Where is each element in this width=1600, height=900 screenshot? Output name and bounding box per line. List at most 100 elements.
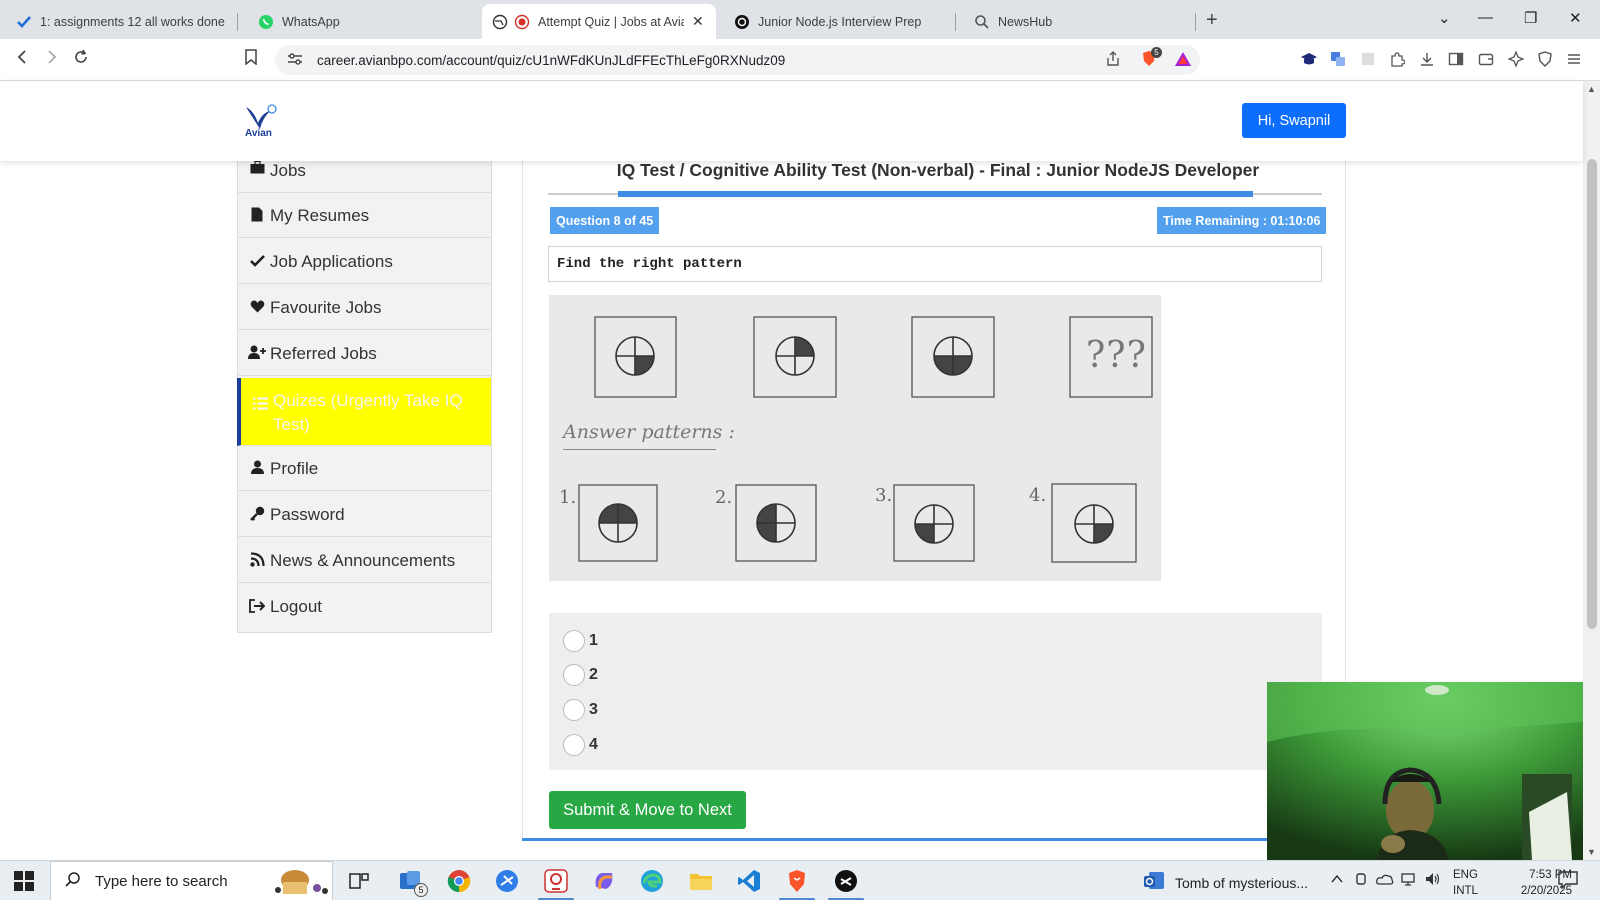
close-icon[interactable]: ✕ xyxy=(692,13,704,30)
download-icon[interactable] xyxy=(1419,51,1435,67)
question-pattern-image: ??? Answer patterns : 1. 2. 3. 4. xyxy=(549,295,1161,581)
taskbar-search-box[interactable]: Type here to search xyxy=(50,861,333,900)
browser-tab-bar: 1: assignments 12 all works done in What… xyxy=(0,0,1600,39)
sidebar-item-logout[interactable]: Logout xyxy=(238,585,491,629)
radio-button[interactable] xyxy=(563,734,585,756)
news-widget-text: Tomb of mysterious... xyxy=(1175,874,1309,891)
sidebar-item-referred-jobs[interactable]: Referred Jobs xyxy=(238,332,491,376)
tab-label: WhatsApp xyxy=(282,14,340,29)
app-dark-icon[interactable] xyxy=(834,869,858,893)
option-3[interactable]: 3 xyxy=(563,699,598,721)
tab-attempt-quiz[interactable]: Attempt Quiz | Jobs at Avian ✕ xyxy=(482,4,716,39)
network-icon[interactable] xyxy=(1401,872,1417,889)
pattern-option-number: 3. xyxy=(875,485,893,506)
bookmark-icon[interactable] xyxy=(244,49,258,70)
sidebar-item-label: My Resumes xyxy=(270,205,370,225)
copilot-icon[interactable] xyxy=(592,869,616,893)
search-placeholder: Type here to search xyxy=(95,872,228,890)
sidebar-item-label: Referred Jobs xyxy=(270,343,377,363)
search-highlight-icon xyxy=(273,868,331,900)
scrollbar-thumb[interactable] xyxy=(1587,159,1597,629)
scroll-down-icon[interactable]: ▼ xyxy=(1587,847,1596,857)
volume-icon[interactable] xyxy=(1425,872,1441,889)
taskbar-news-widget[interactable]: Tomb of mysterious... xyxy=(1143,871,1308,894)
sidebar-item-profile[interactable]: Profile xyxy=(238,447,491,491)
user-greeting-button[interactable]: Hi, Swapnil xyxy=(1242,103,1346,138)
edge-icon[interactable] xyxy=(640,869,664,893)
tab-whatsapp[interactable]: WhatsApp xyxy=(248,4,480,39)
sidebar-item-label: Password xyxy=(270,504,345,524)
windows-start-icon[interactable] xyxy=(14,871,34,891)
tab-junior-node[interactable]: Junior Node.js Interview Prep xyxy=(724,4,956,39)
share-icon[interactable] xyxy=(1105,51,1121,67)
tab-search-dropdown-icon[interactable]: ⌄ xyxy=(1438,9,1451,27)
show-hidden-icons-icon[interactable] xyxy=(1330,872,1344,889)
file-explorer-icon[interactable] xyxy=(689,869,713,893)
vscode-icon[interactable] xyxy=(737,869,761,893)
onedrive-icon[interactable] xyxy=(1376,872,1394,889)
time-remaining-badge: Time Remaining : 01:10:06 xyxy=(1157,207,1327,234)
menu-icon[interactable] xyxy=(1566,51,1582,67)
back-button[interactable] xyxy=(14,49,30,70)
radio-button[interactable] xyxy=(563,630,585,652)
option-1[interactable]: 1 xyxy=(563,630,598,652)
restore-button[interactable]: ❐ xyxy=(1524,9,1537,27)
vpn-shield-icon[interactable] xyxy=(1537,51,1553,67)
notifications-icon[interactable] xyxy=(1558,871,1578,890)
page-scrollbar[interactable]: ▲ ▼ xyxy=(1583,81,1600,860)
sidebar-item-label: News & Announcements xyxy=(270,550,456,570)
brave-badge: 5 xyxy=(1151,47,1162,58)
sidebar-item-quizes[interactable]: Quizes (Urgently Take IQ Test) xyxy=(237,378,491,446)
submit-next-button[interactable]: Submit & Move to Next xyxy=(549,791,746,829)
extension-grey-icon[interactable] xyxy=(1360,51,1376,67)
meet-now-icon[interactable] xyxy=(1354,872,1368,889)
option-4[interactable]: 4 xyxy=(563,734,598,756)
new-tab-button[interactable]: + xyxy=(1206,9,1218,32)
heart-icon xyxy=(248,300,266,316)
chrome-icon[interactable] xyxy=(447,869,471,893)
url-bar[interactable]: career.avianbpo.com/account/quiz/cU1nWFd… xyxy=(275,45,1200,75)
minimize-button[interactable]: — xyxy=(1478,9,1493,26)
caption-underline xyxy=(563,449,716,450)
translate-icon[interactable] xyxy=(1330,51,1346,67)
question-counter-badge: Question 8 of 45 xyxy=(550,207,660,234)
sidebar-item-favourite-jobs[interactable]: Favourite Jobs xyxy=(238,286,491,330)
check-icon xyxy=(16,14,32,30)
app-drawing-icon[interactable] xyxy=(544,869,568,893)
brave-browser-icon[interactable] xyxy=(785,869,809,893)
file-icon xyxy=(248,207,266,225)
tab-newshub[interactable]: NewsHub xyxy=(964,4,1196,39)
globe-icon xyxy=(492,14,508,30)
brave-rewards-icon[interactable] xyxy=(1174,51,1191,67)
puzzle-icon[interactable] xyxy=(1389,51,1406,67)
app-blue-icon[interactable] xyxy=(495,869,519,893)
extension-hat-icon[interactable] xyxy=(1300,51,1317,67)
quiz-title: IQ Test / Cognitive Ability Test (Non-ve… xyxy=(616,160,1260,180)
input-language[interactable]: ENG INTL xyxy=(1453,867,1478,899)
forward-button[interactable] xyxy=(44,49,60,70)
wallet-icon[interactable] xyxy=(1478,51,1494,67)
sidebar-item-my-resumes[interactable]: My Resumes xyxy=(238,194,491,238)
leo-ai-icon[interactable] xyxy=(1507,50,1525,68)
key-icon xyxy=(248,506,266,524)
option-2[interactable]: 2 xyxy=(563,664,598,686)
tab-assignments[interactable]: 1: assignments 12 all works done in xyxy=(6,4,238,39)
site-settings-icon[interactable] xyxy=(287,52,303,69)
option-label: 4 xyxy=(589,736,598,753)
reload-button[interactable] xyxy=(73,49,89,70)
radio-button[interactable] xyxy=(563,699,585,721)
openai-icon xyxy=(734,14,750,30)
sidebar-toggle-icon[interactable] xyxy=(1448,51,1464,67)
close-window-button[interactable]: ✕ xyxy=(1569,9,1582,27)
user-plus-icon xyxy=(248,345,266,362)
news-widget-icon xyxy=(1143,871,1165,894)
sidebar-item-news-announcements[interactable]: News & Announcements xyxy=(238,539,491,583)
briefcase-icon xyxy=(248,160,266,177)
task-view-icon[interactable] xyxy=(347,869,371,893)
sidebar-item-job-applications[interactable]: Job Applications xyxy=(238,240,491,284)
site-header: Avian Hi, Swapnil xyxy=(0,81,1583,161)
teams-badge: 5 xyxy=(414,883,428,897)
radio-button[interactable] xyxy=(563,664,585,686)
sidebar-item-password[interactable]: Password xyxy=(238,493,491,537)
scroll-up-icon[interactable]: ▲ xyxy=(1587,84,1596,94)
